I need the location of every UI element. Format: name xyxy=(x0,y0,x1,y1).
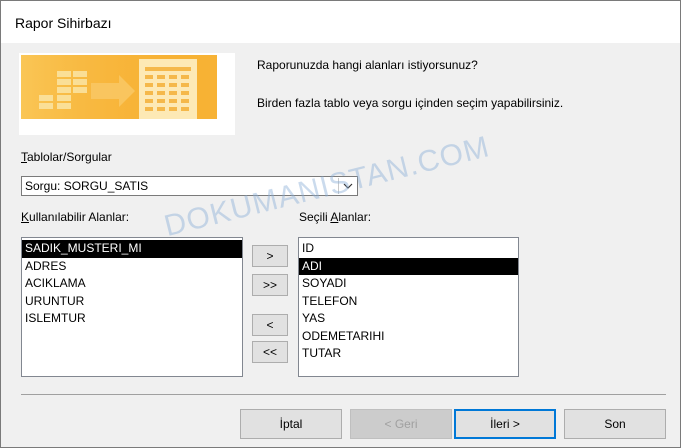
available-fields-list[interactable]: SADIK_MUSTERI_MI ADRES ACIKLAMA URUNTUR ISLE… xyxy=(21,237,243,377)
finish-button[interactable]: Son xyxy=(564,409,666,439)
selected-fields-list[interactable]: ID ADI SOYADI TELEFON YAS ODEMETARIHI TUTAR xyxy=(298,237,519,377)
wizard-illustration xyxy=(19,53,235,135)
instruction-subtext: Birden fazla tablo veya sorgu içinden se… xyxy=(257,96,564,110)
cancel-button[interactable]: İptal xyxy=(240,409,342,439)
available-field-list-item[interactable]: ADRES xyxy=(22,258,242,276)
selected-field-list-item[interactable]: SOYADI xyxy=(299,275,518,293)
window-title: Rapor Sihirbazı xyxy=(15,15,112,31)
report-wizard-dialog: Rapor Sihirbazı Raporunuzda hangi alanla… xyxy=(0,0,681,448)
available-fields-label: Kullanılabilir Alanlar: xyxy=(21,210,130,224)
selected-field-list-item[interactable]: ADI xyxy=(299,257,518,275)
selected-fields-label: Seçili Alanlar: xyxy=(299,210,372,224)
table-query-dropdown[interactable]: Sorgu: SORGU_SATIS xyxy=(21,176,358,196)
available-field-list-item[interactable]: URUNTUR xyxy=(22,293,242,311)
selected-field-list-item[interactable]: ID xyxy=(299,240,518,258)
chevron-down-icon[interactable] xyxy=(338,178,356,194)
available-field-list-item[interactable]: ACIKLAMA xyxy=(22,275,242,293)
title-bar: Rapor Sihirbazı xyxy=(1,1,680,43)
selected-field-list-item[interactable]: TUTAR xyxy=(299,345,518,363)
dropdown-selected-value: Sorgu: SORGU_SATIS xyxy=(25,179,149,193)
instruction-text: Raporunuzda hangi alanları istiyorsunuz? xyxy=(257,58,478,72)
selected-field-list-item[interactable]: YAS xyxy=(299,310,518,328)
available-field-list-item[interactable]: SADIK_MUSTERI_MI xyxy=(22,240,242,258)
add-all-fields-button[interactable]: >> xyxy=(252,274,288,296)
add-field-button[interactable]: > xyxy=(252,245,288,267)
footer-divider xyxy=(21,394,666,395)
back-button[interactable]: < Geri xyxy=(350,409,452,439)
available-field-list-item[interactable]: ISLEMTUR xyxy=(22,310,242,328)
remove-all-fields-button[interactable]: << xyxy=(252,341,288,363)
tables-queries-label: Tablolar/Sorgular xyxy=(21,150,112,164)
selected-field-list-item[interactable]: TELEFON xyxy=(299,293,518,311)
remove-field-button[interactable]: < xyxy=(252,314,288,336)
selected-field-list-item[interactable]: ODEMETARIHI xyxy=(299,328,518,346)
next-button[interactable]: İleri > xyxy=(454,409,556,439)
